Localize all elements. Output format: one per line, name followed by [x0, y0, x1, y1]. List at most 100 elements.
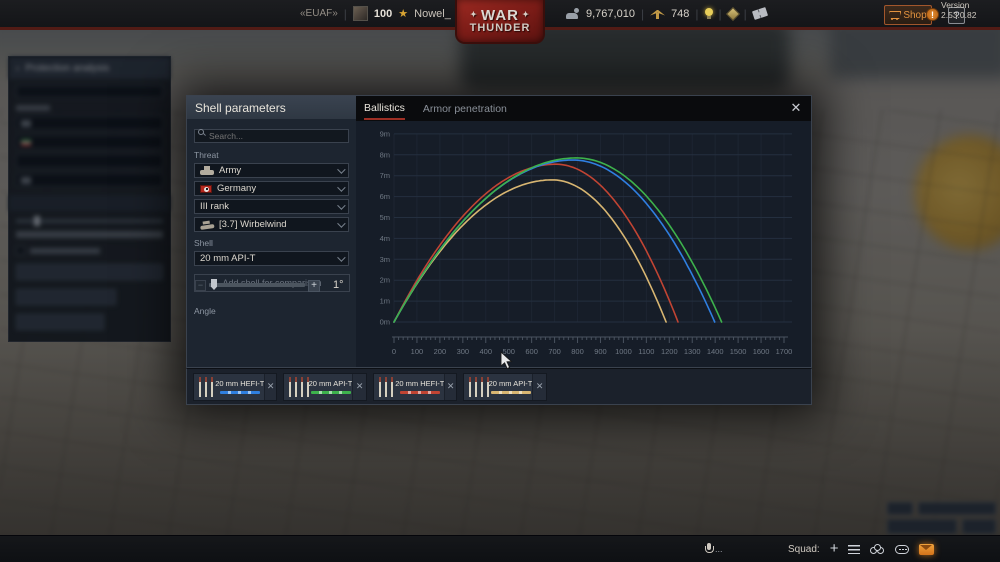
angle-decrease-button[interactable]: − — [195, 280, 206, 291]
y-tick-label: 7m — [380, 171, 390, 180]
divider: | — [718, 6, 722, 21]
x-tick-label: 1400 — [707, 347, 724, 356]
tab-ballistics[interactable]: Ballistics — [364, 97, 405, 120]
y-tick-label: 3m — [380, 255, 390, 264]
chip-body: 20 mm API-T — [308, 374, 353, 400]
war-thunder-screen: ‹ Protection analysis «EUAF» | 100 ★ Now… — [0, 0, 1000, 562]
close-icon[interactable]: ✕ — [787, 99, 805, 117]
x-tick-label: 100 — [411, 347, 424, 356]
y-tick-label: 8m — [380, 150, 390, 159]
prestige-star-icon: ★ — [398, 8, 409, 20]
golden-eagles-amount: 748 — [671, 7, 690, 20]
shell-rounds-icon — [467, 376, 489, 397]
chip-series-color — [490, 391, 531, 394]
x-tick-label: 1600 — [753, 347, 770, 356]
logo-star-icon: ✦ — [519, 10, 530, 19]
y-tick-label: 6m — [380, 192, 390, 201]
player-avatar[interactable] — [352, 6, 368, 21]
y-tick-label: 9m — [380, 129, 390, 138]
shell-dropdown[interactable]: 20 mm API-T — [194, 251, 349, 266]
shop-button[interactable]: Shop ! — [884, 5, 939, 25]
logo-line2: THUNDER — [469, 22, 531, 34]
chip-close-icon[interactable]: ✕ — [532, 373, 546, 400]
y-tick-label: 4m — [380, 234, 390, 243]
search-icon — [198, 129, 205, 136]
x-tick-label: 700 — [548, 347, 561, 356]
chip-series-color — [219, 391, 260, 394]
angle-slider-row: − + 1° — [187, 279, 357, 293]
ballistics-chart: 0m1m2m3m4m5m6m7m8m9m0 100 200 300 400 500 600 7… — [380, 129, 793, 356]
war-thunder-logo[interactable]: ✦ WAR ✦ THUNDER — [455, 0, 545, 44]
player-name[interactable]: Nowel_ — [414, 8, 451, 20]
chip-close-icon[interactable]: ✕ — [444, 373, 456, 400]
chevron-down-icon — [337, 182, 346, 192]
premium-gem-icon[interactable] — [725, 6, 740, 21]
shell-rounds-icon — [287, 376, 309, 397]
mouse-cursor — [500, 351, 513, 370]
x-tick-label: 0 — [392, 347, 396, 356]
threat-label: Threat — [194, 150, 219, 160]
coupon-ticket-icon[interactable] — [751, 7, 768, 20]
shell-label: Shell — [194, 238, 213, 248]
divider: | — [695, 6, 699, 21]
shell-dropdown-value: 20 mm API-T — [200, 253, 256, 264]
shell-chip-3[interactable]: 20 mm API-T ✕ — [463, 372, 547, 401]
search-input[interactable] — [194, 129, 349, 143]
x-tick-label: 1200 — [661, 347, 678, 356]
clan-tag[interactable]: «EUAF» — [300, 8, 338, 19]
angle-increase-button[interactable]: + — [308, 280, 320, 292]
shell-parameters-title: Shell parameters — [187, 96, 356, 119]
divider: | — [343, 6, 347, 21]
dropdown-value: Army — [219, 165, 242, 176]
version-label: Version 2.53.0.82 — [941, 0, 977, 20]
shell-chip-1[interactable]: 20 mm API-T ✕ — [283, 372, 367, 401]
trajectory-curve-20-mm-hefi-t — [393, 163, 679, 323]
chip-body: 20 mm API-T — [489, 374, 532, 400]
threat-dropdown-3[interactable]: [3.7] Wirbelwind — [194, 217, 349, 232]
x-tick-label: 1700 — [776, 347, 793, 356]
chip-label: 20 mm API-T — [308, 379, 353, 388]
angle-slider-track[interactable] — [209, 279, 305, 290]
microphone-icon[interactable] — [705, 542, 714, 556]
list-icon[interactable] — [848, 544, 861, 554]
mic-group: ... — [705, 542, 723, 556]
dropdown-value: III rank — [200, 201, 230, 212]
chip-label: 20 mm HEFI-T — [215, 379, 265, 388]
silver-lions-icon — [565, 7, 580, 20]
chip-body: 20 mm HEFI-T — [395, 374, 444, 400]
angle-value: 1° — [333, 279, 344, 291]
chevron-down-icon — [337, 200, 346, 210]
chevron-down-icon — [337, 218, 346, 228]
x-tick-label: 800 — [571, 347, 584, 356]
tab-armor-penetration[interactable]: Armor penetration — [423, 98, 507, 119]
x-tick-label: 300 — [457, 347, 470, 356]
search-wrap — [194, 126, 349, 144]
shell-chip-2[interactable]: 20 mm HEFI-T ✕ — [373, 372, 457, 401]
y-tick-label: 0m — [380, 318, 390, 327]
germany-flag-icon — [200, 184, 212, 193]
research-bulb-icon[interactable] — [704, 8, 713, 19]
chip-series-color — [310, 391, 351, 394]
logo-line1: ✦ WAR ✦ — [470, 7, 530, 24]
threat-dropdown-1[interactable]: Germany — [194, 181, 349, 196]
angle-label: Angle — [194, 306, 216, 316]
chip-close-icon[interactable]: ✕ — [264, 373, 276, 400]
player-group: «EUAF» | 100 ★ Nowel_ — [300, 0, 451, 27]
chat-icon[interactable] — [895, 544, 910, 554]
angle-slider-handle[interactable] — [211, 279, 217, 290]
threat-dropdown-2[interactable]: III rank — [194, 199, 349, 214]
dropdown-value: [3.7] Wirbelwind — [219, 219, 287, 230]
ballistics-chart-panel: Ballistics Armor penetration ✕ 0m 1m 2m 3m 4… — [356, 95, 812, 368]
shell-rounds-icon — [377, 376, 396, 397]
chip-close-icon[interactable]: ✕ — [352, 373, 366, 400]
vehicle-icon — [199, 219, 214, 230]
silver-lions-amount: 9,767,010 — [586, 7, 635, 20]
shell-comparison-row: 20 mm HEFI-T ✕ 20 mm API-T ✕ 20 mm HEFI-T ✕ 20… — [186, 368, 812, 405]
shop-label: Shop — [903, 9, 927, 21]
squad-add-icon[interactable]: + — [830, 541, 839, 556]
shell-chip-0[interactable]: 20 mm HEFI-T ✕ — [193, 372, 277, 401]
mail-icon[interactable] — [919, 543, 935, 555]
friends-icon[interactable] — [870, 544, 885, 554]
threat-dropdown-0[interactable]: Army — [194, 163, 349, 178]
chip-label: 20 mm HEFI-T — [395, 379, 445, 388]
